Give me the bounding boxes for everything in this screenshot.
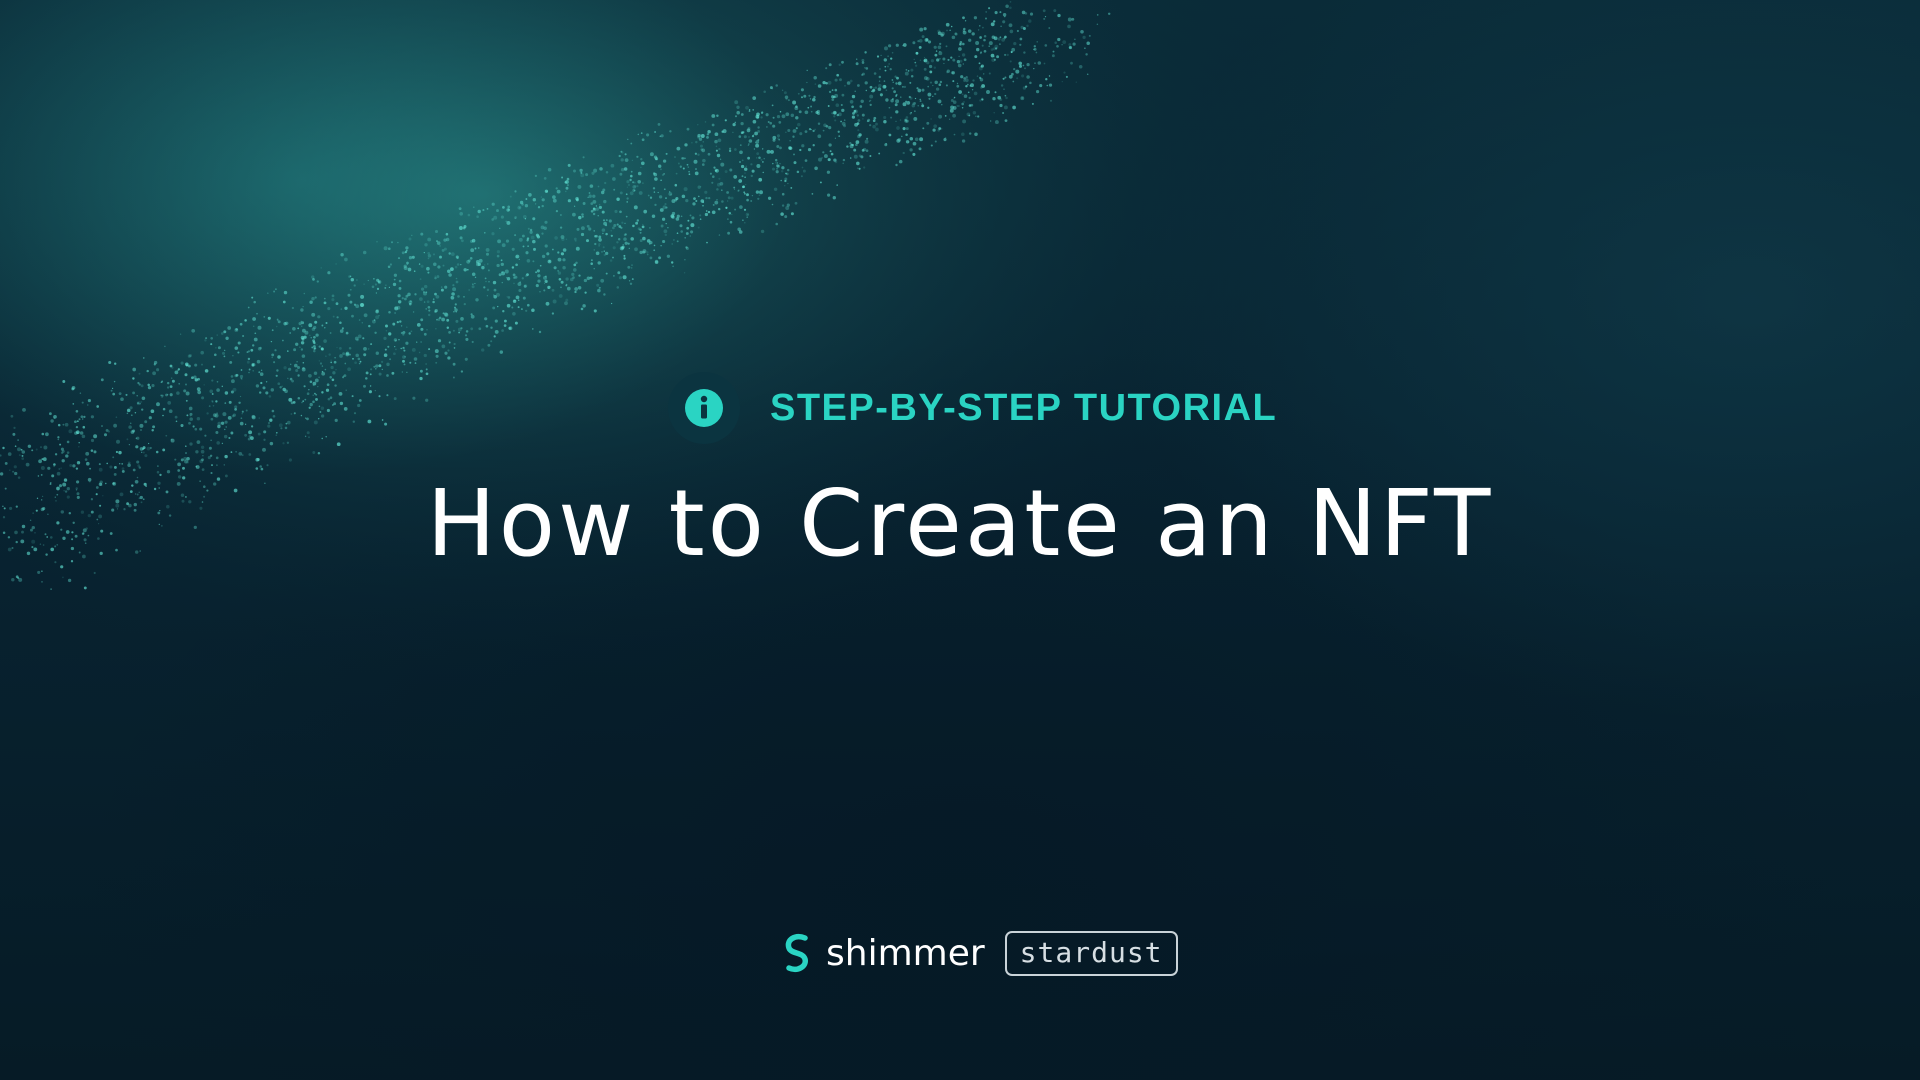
tutorial-eyebrow: STEP-BY-STEP TUTORIAL — [668, 372, 1277, 444]
page-title: How to Create an NFT — [426, 470, 1494, 577]
brand-tag: stardust — [1004, 930, 1178, 976]
eyebrow-label: STEP-BY-STEP TUTORIAL — [770, 386, 1278, 429]
brand-lockup: shimmer stardust — [780, 928, 1178, 978]
info-icon — [668, 372, 740, 444]
tutorial-banner: STEP-BY-STEP TUTORIAL How to Create an N… — [0, 0, 1920, 1080]
shimmer-logo-icon — [780, 932, 814, 974]
brand-name: shimmer — [826, 932, 985, 974]
